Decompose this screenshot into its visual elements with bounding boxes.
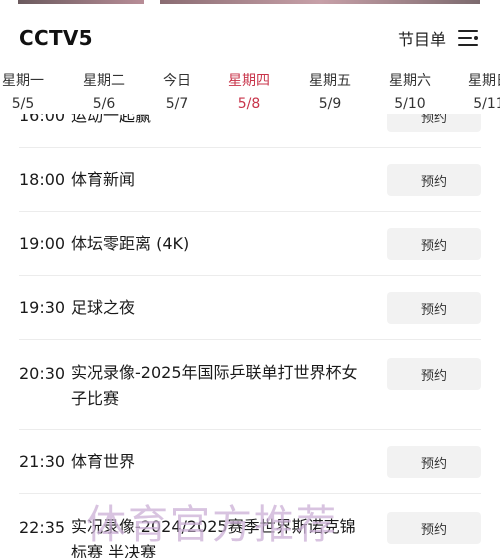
reserve-button[interactable]: 预约 <box>387 164 481 196</box>
program-row: 19:00 体坛零距离 (4K) 预约 <box>19 212 481 276</box>
tab-weekday: 星期一 <box>2 73 44 89</box>
program-time: 16:00 <box>19 114 66 125</box>
program-name: 足球之夜 <box>71 298 136 317</box>
schedule-button[interactable]: 节目单 <box>398 24 478 52</box>
tab-day[interactable]: 星期一 5/5 <box>0 72 58 114</box>
tab-day[interactable]: 星期二 5/6 <box>69 72 139 114</box>
tab-weekday: 星期五 <box>309 73 351 89</box>
program-row: 16:00 运动一起赢 预约 <box>19 114 481 148</box>
program-name: 体育新闻 <box>71 170 136 189</box>
header: CCTV5 节目单 <box>0 6 500 66</box>
tab-weekday: 星期日 <box>468 73 500 89</box>
program-list[interactable]: 16:00 运动一起赢 预约 18:00 体育新闻 预约 19:00 体坛零距离… <box>0 114 500 558</box>
thumbnail-image[interactable] <box>160 0 480 4</box>
tab-weekday: 星期六 <box>389 73 431 89</box>
tab-date: 5/6 <box>92 96 116 112</box>
list-menu-icon <box>456 28 478 48</box>
program-time: 20:30 <box>19 364 66 383</box>
program-name: 体坛零距离 (4K) <box>71 234 190 253</box>
tab-day-active[interactable]: 星期四 5/8 <box>214 72 284 114</box>
reserve-button[interactable]: 预约 <box>387 446 481 478</box>
tab-weekday: 星期二 <box>83 73 125 89</box>
program-time: 22:35 <box>19 518 66 537</box>
tab-date: 5/7 <box>165 96 189 112</box>
program-name: 运动一起赢 <box>71 114 152 125</box>
thumbnail-image[interactable] <box>18 0 144 4</box>
program-row: 22:35 实况录像-2024/2025赛季世界斯诺克锦标赛 半决赛 预约 <box>19 494 481 558</box>
program-row: 21:30 体育世界 预约 <box>19 430 481 494</box>
channel-title: CCTV5 <box>19 26 93 50</box>
program-row: 20:30 实况录像-2025年国际乒联单打世界杯女子比赛 预约 <box>19 340 481 430</box>
tab-day[interactable]: 星期五 5/9 <box>295 72 365 114</box>
tab-date: 5/10 <box>394 96 426 112</box>
schedule-label: 节目单 <box>397 30 446 49</box>
reserve-button[interactable]: 预约 <box>387 358 481 390</box>
tab-date: 5/8 <box>237 96 261 112</box>
tab-day[interactable]: 今日 5/7 <box>142 72 212 114</box>
tab-day[interactable]: 星期日 5/11 <box>454 72 500 114</box>
program-time: 19:30 <box>19 298 66 317</box>
program-name: 实况录像-2025年国际乒联单打世界杯女子比赛 <box>71 363 358 408</box>
program-time: 19:00 <box>19 234 66 253</box>
program-time: 21:30 <box>19 452 66 471</box>
reserve-button[interactable]: 预约 <box>387 114 481 132</box>
tab-date: 5/5 <box>11 96 35 112</box>
program-row: 18:00 体育新闻 预约 <box>19 148 481 212</box>
tab-day[interactable]: 星期六 5/10 <box>375 72 445 114</box>
reserve-button[interactable]: 预约 <box>387 292 481 324</box>
tab-date: 5/9 <box>318 96 342 112</box>
tab-weekday: 今日 <box>163 73 191 89</box>
program-name: 实况录像-2024/2025赛季世界斯诺克锦标赛 半决赛 <box>71 517 356 558</box>
reserve-button[interactable]: 预约 <box>387 512 481 544</box>
program-name: 体育世界 <box>71 452 136 471</box>
tab-weekday: 星期四 <box>228 73 270 89</box>
reserve-button[interactable]: 预约 <box>387 228 481 260</box>
program-time: 18:00 <box>19 170 66 189</box>
day-tabs: 星期一 5/5 星期二 5/6 今日 5/7 星期四 5/8 星期五 5/9 星… <box>0 66 500 114</box>
program-row: 19:30 足球之夜 预约 <box>19 276 481 340</box>
tab-date: 5/11 <box>473 96 500 112</box>
